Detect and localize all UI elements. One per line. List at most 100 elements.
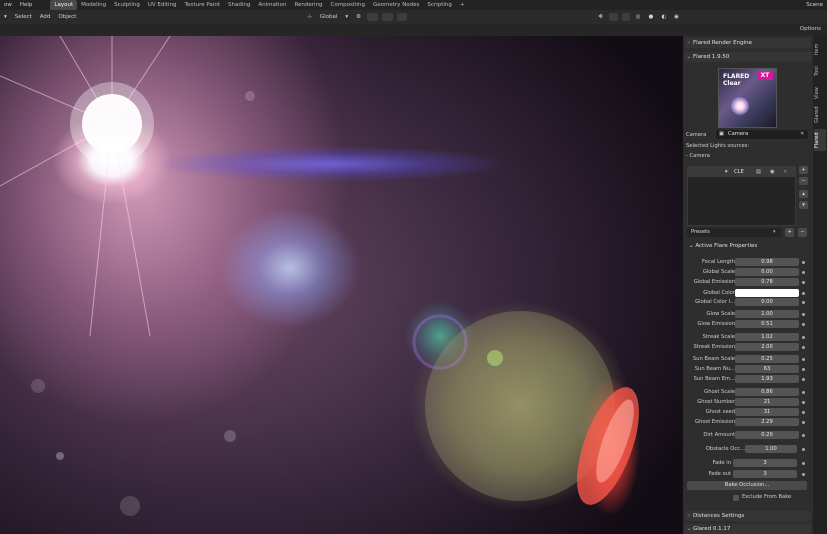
keyframe-dot[interactable]: [802, 313, 805, 316]
property-field[interactable]: 0.00: [735, 268, 799, 276]
keyframe-dot[interactable]: [802, 473, 805, 476]
options-dropdown[interactable]: Options: [800, 26, 821, 32]
addon-section-header[interactable]: ⌄ Flared 1.9.50: [685, 52, 811, 62]
fade-out-field[interactable]: 3: [733, 470, 797, 478]
menu-object[interactable]: Object: [54, 14, 80, 20]
xray-toggle[interactable]: [622, 13, 630, 21]
gizmo-icon[interactable]: ✥: [594, 14, 607, 20]
menu-select[interactable]: Select: [11, 14, 36, 20]
property-field[interactable]: 1.00: [735, 310, 799, 318]
pivot-icon[interactable]: ⚙: [352, 14, 365, 20]
render-engine-section-header[interactable]: › Flared Render Engine: [685, 38, 811, 48]
shading-solid-icon[interactable]: ●: [645, 14, 658, 20]
workspace-tab-rendering[interactable]: Rendering: [290, 0, 326, 10]
workspace-tab-layout[interactable]: Layout: [50, 0, 78, 10]
workspace-tab-texture-paint[interactable]: Texture Paint: [181, 0, 225, 10]
menu-item-help[interactable]: Help: [16, 2, 37, 8]
property-field[interactable]: 31: [735, 408, 799, 416]
move-down-button[interactable]: ▾: [799, 201, 808, 209]
fade-in-field[interactable]: 3: [733, 459, 797, 467]
keyframe-dot[interactable]: [802, 421, 805, 424]
render-icon[interactable]: ▤: [756, 167, 761, 177]
property-field[interactable]: 0.86: [735, 388, 799, 396]
snap-toggle[interactable]: [367, 13, 379, 21]
distances-section-header[interactable]: › Distances Settings: [685, 511, 811, 521]
property-field[interactable]: 0.00: [735, 298, 799, 306]
workspace-tab-animation[interactable]: Animation: [254, 0, 290, 10]
keyframe-dot[interactable]: [802, 434, 805, 437]
filter-icon[interactable]: ▿: [784, 167, 787, 177]
property-field[interactable]: 0.25: [735, 355, 799, 363]
workspace-tab-sculpting[interactable]: Sculpting: [110, 0, 144, 10]
keyframe-dot[interactable]: [802, 378, 805, 381]
property-field[interactable]: 0.78: [735, 278, 799, 286]
tab-tool[interactable]: Tool: [814, 62, 826, 80]
property-field[interactable]: 1.02: [735, 333, 799, 341]
tab-item[interactable]: Item: [814, 40, 826, 58]
keyframe-dot[interactable]: [802, 292, 805, 295]
workspace-tab-uv-editing[interactable]: UV Editing: [144, 0, 181, 10]
list-item[interactable]: ✦ CLE ▤ ◉ ▿: [688, 167, 795, 177]
remove-preset-button[interactable]: −: [798, 228, 807, 237]
workspace-tab-geometry-nodes[interactable]: Geometry Nodes: [369, 0, 423, 10]
keyframe-dot[interactable]: [802, 301, 805, 304]
tab-glared[interactable]: Glared: [814, 104, 826, 126]
tab-flared[interactable]: Flared: [814, 129, 826, 151]
workspace-tab-scripting[interactable]: Scripting: [423, 0, 455, 10]
keyframe-dot[interactable]: [802, 261, 805, 264]
keyframe-dot[interactable]: [802, 448, 805, 451]
presets-dropdown[interactable]: Presets ▾: [687, 228, 781, 237]
menu-add[interactable]: Add: [36, 14, 55, 20]
active-flare-header[interactable]: ⌄ Active Flare Properties: [689, 242, 757, 251]
overlay-toggle[interactable]: [609, 13, 619, 21]
add-workspace-button[interactable]: +: [456, 0, 469, 10]
keyframe-dot[interactable]: [802, 281, 805, 284]
menu-item-window[interactable]: ow: [0, 2, 16, 8]
keyframe-dot[interactable]: [802, 462, 805, 465]
keyframe-dot[interactable]: [802, 411, 805, 414]
keyframe-dot[interactable]: [802, 358, 805, 361]
add-preset-button[interactable]: +: [785, 228, 794, 237]
3d-viewport[interactable]: [0, 36, 683, 534]
snap-options[interactable]: [382, 13, 394, 21]
shading-material-icon[interactable]: ◐: [657, 14, 670, 20]
keyframe-dot[interactable]: [802, 401, 805, 404]
keyframe-dot[interactable]: [802, 391, 805, 394]
property-field[interactable]: 0.20: [735, 431, 799, 439]
move-up-button[interactable]: ▴: [799, 190, 808, 198]
keyframe-dot[interactable]: [802, 346, 805, 349]
property-field[interactable]: 0.98: [735, 258, 799, 266]
mode-icon[interactable]: ▾: [0, 14, 11, 20]
property-field[interactable]: 0.51: [735, 320, 799, 328]
exclude-checkbox[interactable]: [733, 495, 739, 501]
shading-rendered-icon[interactable]: ◉: [670, 14, 683, 20]
workspace-tab-modeling[interactable]: Modeling: [77, 0, 110, 10]
keyframe-dot[interactable]: [802, 271, 805, 274]
shading-wire-icon[interactable]: ◎: [632, 14, 645, 20]
property-field[interactable]: 1.93: [735, 375, 799, 383]
keyframe-dot[interactable]: [802, 323, 805, 326]
camera-field[interactable]: ▣ Camera ✕: [716, 130, 808, 139]
tab-view[interactable]: View: [814, 84, 826, 102]
logo-title: FLARED: [723, 73, 750, 80]
bake-occlusion-button[interactable]: Bake Occlusion...: [687, 481, 807, 490]
obstacle-field[interactable]: 1.00: [745, 445, 797, 453]
keyframe-dot[interactable]: [802, 336, 805, 339]
remove-light-button[interactable]: −: [799, 177, 808, 185]
close-icon[interactable]: ✕: [800, 130, 804, 139]
keyframe-dot[interactable]: [802, 368, 805, 371]
property-field[interactable]: 2.29: [735, 418, 799, 426]
add-light-button[interactable]: +: [799, 166, 808, 174]
property-field[interactable]: 2.00: [735, 343, 799, 351]
transform-orientation-dropdown[interactable]: Global: [316, 14, 342, 20]
eye-icon[interactable]: ◉: [770, 167, 775, 177]
workspace-tab-compositing[interactable]: Compositing: [327, 0, 369, 10]
proportional-edit[interactable]: [397, 13, 407, 21]
light-list[interactable]: ✦ CLE ▤ ◉ ▿: [687, 166, 796, 226]
workspace-tab-shading[interactable]: Shading: [224, 0, 254, 10]
global-color-swatch[interactable]: [735, 289, 799, 297]
property-field[interactable]: 63: [735, 365, 799, 373]
glared-section-header[interactable]: ⌄ Glared 0.1.17: [685, 524, 811, 534]
scene-selector[interactable]: Scene: [806, 0, 823, 10]
property-field[interactable]: 21: [735, 398, 799, 406]
